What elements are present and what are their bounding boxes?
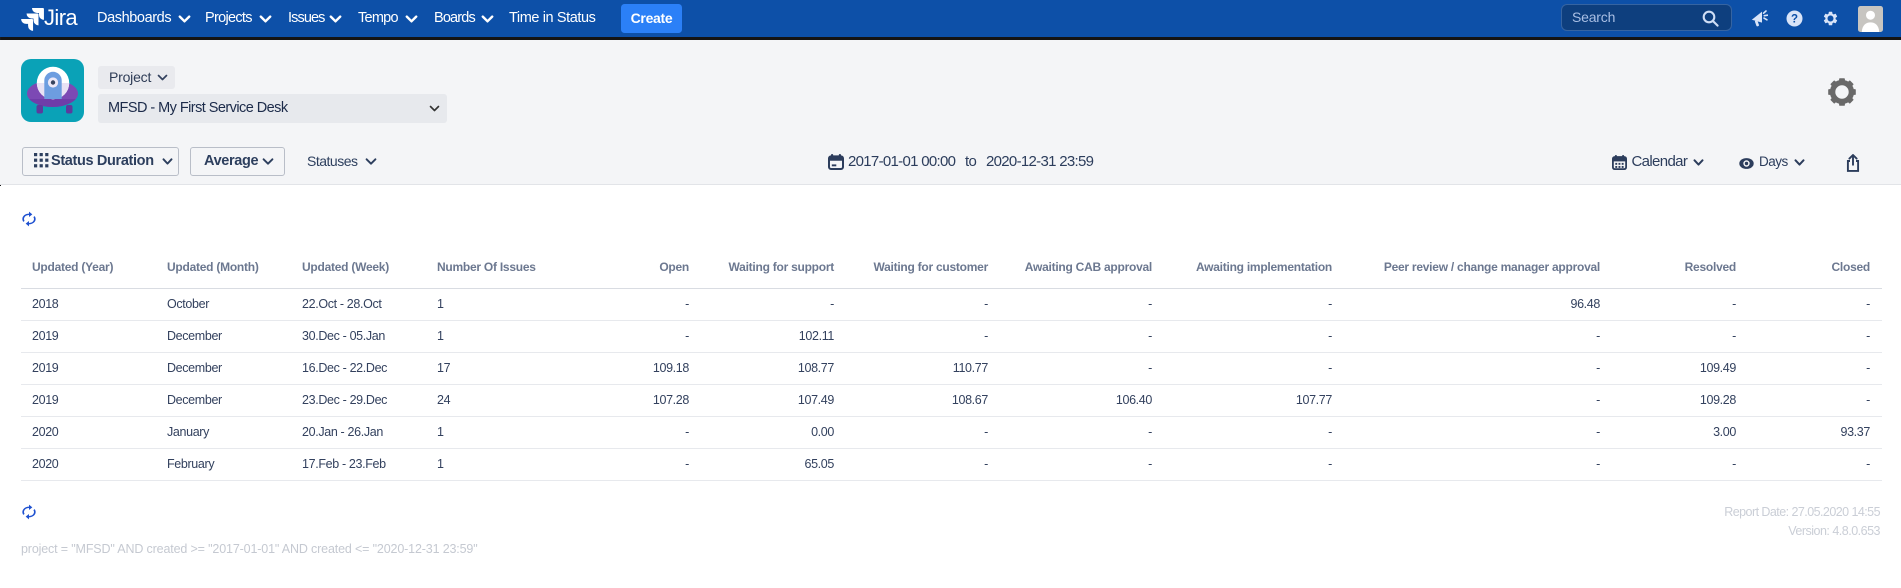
svg-text:?: ?: [1791, 14, 1798, 26]
